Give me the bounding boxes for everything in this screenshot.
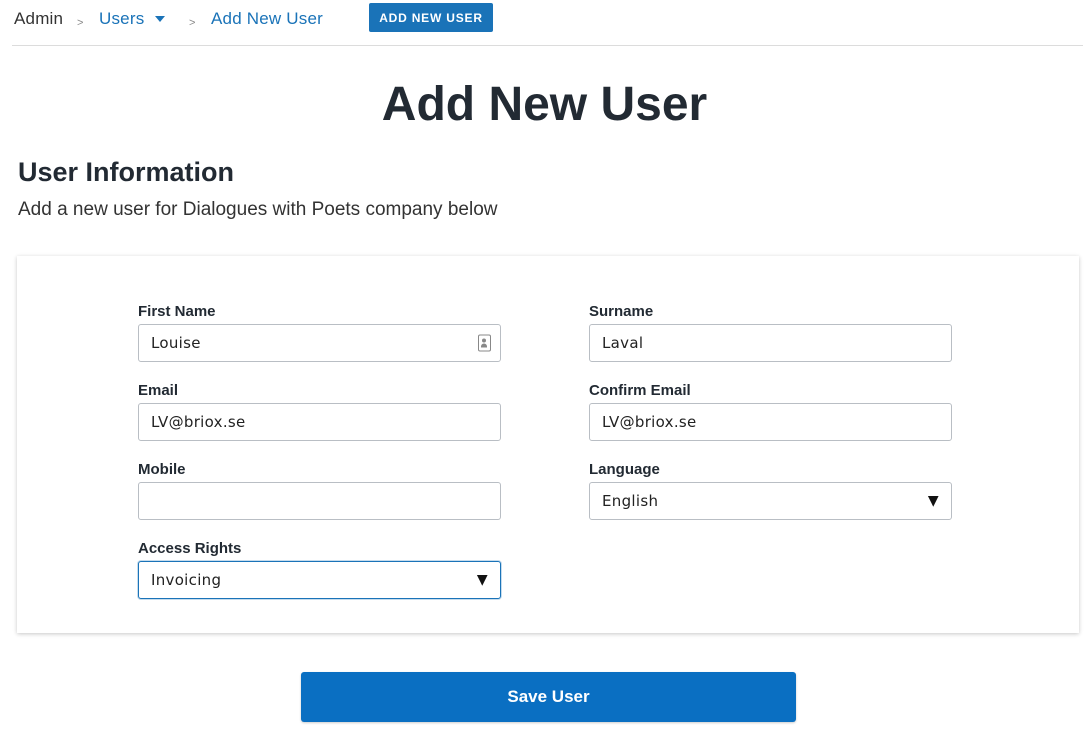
first-name-group: First Name Louise [138, 302, 501, 362]
breadcrumb-separator: > [77, 17, 84, 29]
email-group: Email LV@briox.se [138, 381, 501, 441]
caret-down-icon: ▼ [476, 572, 488, 588]
breadcrumb-users[interactable]: Users [99, 9, 144, 29]
email-input[interactable]: LV@briox.se [138, 403, 501, 441]
surname-group: Surname Laval [589, 302, 952, 362]
top-navigation-bar: Admin > Users > Add New User ADD NEW USE… [0, 0, 1089, 46]
first-name-label: First Name [138, 303, 216, 320]
confirm-email-value: LV@briox.se [602, 413, 697, 431]
add-new-user-button[interactable]: ADD NEW USER [369, 3, 493, 32]
confirm-email-label: Confirm Email [589, 382, 691, 399]
access-rights-group: Access Rights Invoicing ▼ [138, 539, 501, 599]
first-name-input[interactable]: Louise [138, 324, 501, 362]
contact-card-icon[interactable] [478, 334, 491, 352]
confirm-email-group: Confirm Email LV@briox.se [589, 381, 952, 441]
mobile-input[interactable] [138, 482, 501, 520]
language-select[interactable]: English ▼ [589, 482, 952, 520]
breadcrumb-current: Add New User [211, 9, 323, 28]
section-title: User Information [18, 157, 235, 187]
user-form-card: First Name Louise Surname Laval Email LV… [17, 256, 1079, 633]
confirm-email-input[interactable]: LV@briox.se [589, 403, 952, 441]
access-rights-value: Invoicing [151, 571, 222, 589]
mobile-group: Mobile [138, 460, 501, 520]
caret-down-icon: ▼ [927, 493, 939, 509]
access-rights-label: Access Rights [138, 540, 242, 557]
section-subtitle: Add a new user for Dialogues with Poets … [18, 199, 498, 220]
access-rights-select[interactable]: Invoicing ▼ [138, 561, 501, 599]
save-user-button[interactable]: Save User [301, 672, 796, 722]
header-divider [12, 45, 1083, 46]
breadcrumb-admin[interactable]: Admin [14, 9, 63, 29]
page-title: Add New User [381, 78, 708, 131]
email-label: Email [138, 382, 179, 399]
breadcrumb-separator: > [189, 17, 196, 29]
mobile-label: Mobile [138, 461, 186, 478]
surname-label: Surname [589, 303, 654, 320]
surname-input[interactable]: Laval [589, 324, 952, 362]
first-name-value: Louise [151, 334, 201, 352]
language-label: Language [589, 461, 660, 478]
chevron-down-icon[interactable] [155, 16, 165, 22]
language-value: English [602, 492, 659, 510]
surname-value: Laval [602, 334, 644, 352]
language-group: Language English ▼ [589, 460, 952, 520]
email-value: LV@briox.se [151, 413, 246, 431]
